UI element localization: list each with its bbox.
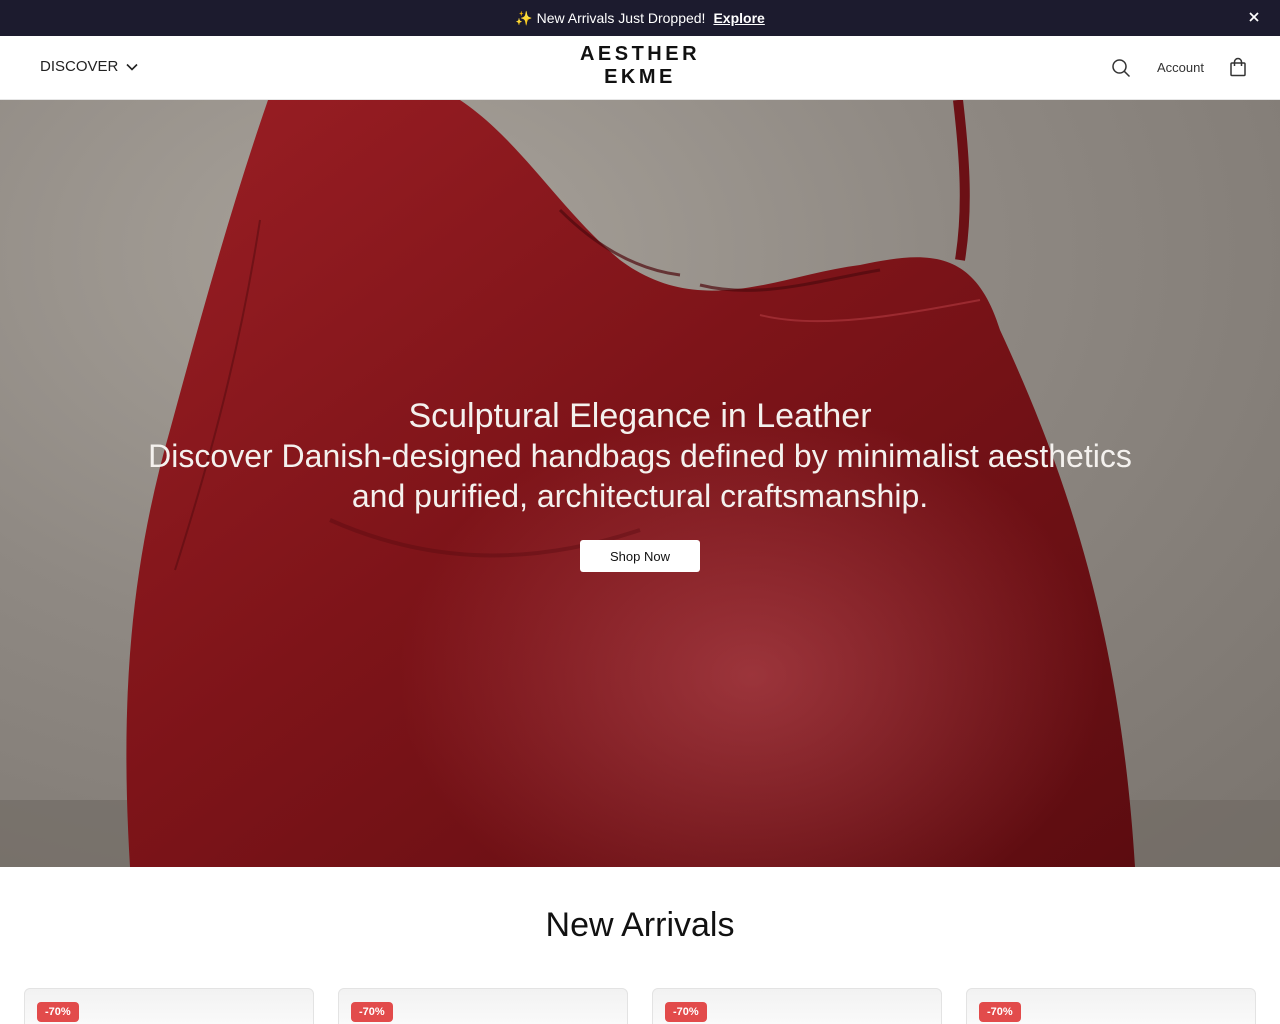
bag-icon[interactable] (1228, 57, 1248, 77)
discount-badge: -70% (665, 1002, 707, 1022)
explore-link[interactable]: Explore (713, 10, 764, 26)
announcement-text: New Arrivals Just Dropped! (536, 10, 706, 26)
discover-label: DISCOVER (40, 58, 119, 75)
product-card[interactable]: -70% (24, 988, 314, 1024)
brand-name: AESTHER EKME (579, 43, 701, 88)
hero-banner: Sculptural Elegance in Leather Discover … (0, 100, 1280, 867)
discount-badge: -70% (979, 1002, 1021, 1022)
shop-now-button[interactable]: Shop Now (580, 540, 700, 572)
product-card[interactable]: -70% (652, 988, 942, 1024)
discount-badge: -70% (37, 1002, 79, 1022)
hero-title: Sculptural Elegance in Leather (408, 397, 872, 435)
discount-badge: -70% (351, 1002, 393, 1022)
sparkle-icon: ✨ (515, 9, 533, 26)
new-arrivals-title: New Arrivals (545, 906, 735, 944)
account-link[interactable]: Account (1157, 60, 1204, 75)
announcement-bar: ✨ New Arrivals Just Dropped! Explore (0, 0, 1280, 36)
hero-subtitle: Discover Danish-designed handbags define… (148, 438, 1132, 514)
site-header: DISCOVER AESTHER EKME Account (0, 36, 1280, 109)
hero-text-block: Sculptural Elegance in Leather Discover … (140, 396, 1140, 516)
close-icon[interactable] (1246, 9, 1262, 25)
discover-menu-button[interactable]: DISCOVER (40, 58, 138, 75)
product-card[interactable]: -70% (966, 988, 1256, 1024)
chevron-down-icon (126, 63, 138, 71)
search-icon[interactable] (1111, 58, 1131, 78)
product-card[interactable]: -70% (338, 988, 628, 1024)
